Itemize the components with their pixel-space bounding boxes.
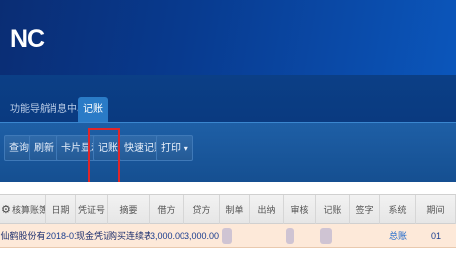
refresh-button[interactable]: 刷新 xyxy=(29,135,59,161)
tab-bookkeeping[interactable]: 记账 xyxy=(78,97,108,122)
gear-icon[interactable]: ⚙ xyxy=(1,203,11,216)
cell-credit: 3,000.00 枯 xyxy=(184,231,220,241)
top-banner: NC xyxy=(0,0,456,75)
table-row[interactable]: 仙鹤股份有 2018-01-01 现金凭证 1 购买连续表 3,000.00 3… xyxy=(0,224,456,248)
col-maker[interactable]: 制单 xyxy=(220,195,250,225)
table-header-row: ⚙ 核算账簿 日期 凭证号 摘要 借方 贷方 制单 出纳 审核 记账 签字 系统… xyxy=(0,194,456,225)
col-date[interactable]: 日期 xyxy=(46,195,76,225)
cell-account-book: 仙鹤股份有 xyxy=(0,231,46,241)
redacted-bookkeeper xyxy=(320,228,332,244)
cell-debit: 3,000.00 xyxy=(150,231,184,241)
nc-app-window: NC 功能导航 消息中心 记账 查询 刷新 卡片显示 记账 快速记账 打印 ▾ … xyxy=(0,0,456,259)
nc-logo: NC xyxy=(10,25,45,53)
print-dropdown-button[interactable]: 打印 ▾ xyxy=(156,135,193,161)
cell-period: 01 xyxy=(430,231,441,241)
col-auditor[interactable]: 审核 xyxy=(284,195,316,225)
redacted-auditor xyxy=(286,228,294,244)
cell-date: 2018-01-01 xyxy=(46,231,76,241)
voucher-table: ⚙ 核算账簿 日期 凭证号 摘要 借方 贷方 制单 出纳 审核 记账 签字 系统… xyxy=(0,182,456,259)
col-bookkeeper[interactable]: 记账 xyxy=(316,195,350,225)
cell-system: 总账 xyxy=(388,231,407,241)
col-debit[interactable]: 借方 xyxy=(150,195,184,225)
col-system[interactable]: 系统 xyxy=(380,195,416,225)
col-credit[interactable]: 贷方 xyxy=(184,195,220,225)
col-cashier[interactable]: 出纳 xyxy=(250,195,284,225)
chevron-down-icon: ▾ xyxy=(183,144,188,153)
redacted-maker xyxy=(222,228,232,244)
action-toolbar: 查询 刷新 卡片显示 记账 快速记账 打印 ▾ xyxy=(0,122,456,182)
col-voucher-no[interactable]: 凭证号 xyxy=(76,195,108,225)
print-label: 打印 xyxy=(161,143,181,154)
cell-voucher-no[interactable]: 现金凭证 1 xyxy=(76,224,108,248)
col-summary[interactable]: 摘要 xyxy=(108,195,150,225)
col-signer[interactable]: 签字 xyxy=(350,195,380,225)
col-account-book[interactable]: 核算账簿 xyxy=(12,195,46,225)
col-period[interactable]: 期间 xyxy=(416,195,456,225)
cell-summary: 购买连续表 xyxy=(108,231,150,241)
tab-bar: 功能导航 消息中心 记账 xyxy=(0,75,456,122)
